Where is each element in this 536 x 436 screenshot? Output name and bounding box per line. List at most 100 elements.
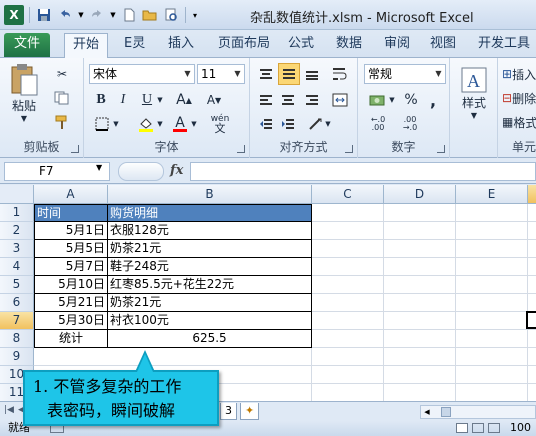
cell-b8[interactable]: 625.5 (108, 330, 312, 348)
shrink-font-icon[interactable]: A ▼ (204, 90, 224, 110)
align-right-icon[interactable] (302, 90, 322, 110)
align-middle-icon[interactable] (278, 63, 300, 85)
cell-a4[interactable]: 5月7日 (34, 258, 108, 276)
new-document-icon[interactable] (120, 6, 138, 24)
first-sheet-icon[interactable]: |◀ (4, 405, 14, 415)
tab-file[interactable]: 文件 (4, 33, 51, 57)
column-header-d[interactable]: D (384, 185, 456, 204)
cell-b3[interactable]: 奶茶21元 (108, 240, 312, 258)
insert-function-icon[interactable]: fx (170, 163, 183, 178)
tab-data[interactable]: 数据 (328, 33, 370, 57)
italic-button[interactable]: I (114, 90, 132, 110)
format-painter-icon[interactable] (52, 112, 72, 132)
font-size-combo[interactable]: 11 ▼ (197, 64, 245, 84)
column-header-b[interactable]: B (108, 185, 312, 204)
merge-center-icon[interactable] (330, 90, 350, 110)
row-header-8[interactable]: 8 (0, 330, 34, 348)
formula-input[interactable] (190, 162, 536, 181)
align-top-icon[interactable] (256, 64, 276, 84)
undo-dropdown-icon[interactable]: ▼ (77, 6, 85, 24)
decrease-indent-icon[interactable] (256, 114, 276, 134)
cell-a3[interactable]: 5月5日 (34, 240, 108, 258)
decrease-decimal-icon[interactable]: .00 →.0 (398, 114, 422, 134)
increase-decimal-icon[interactable]: ←.0.00 (366, 114, 390, 134)
percent-button[interactable]: % (402, 90, 420, 110)
tab-page-layout[interactable]: 页面布局 (210, 33, 278, 57)
chevron-down-icon[interactable]: ▼ (156, 116, 164, 132)
column-header-c[interactable]: C (312, 185, 384, 204)
select-all-button[interactable] (0, 185, 34, 204)
normal-view-icon[interactable] (456, 423, 468, 433)
cell-b7[interactable]: 衬衣100元 (108, 312, 312, 330)
cell-a8[interactable]: 统计 (34, 330, 108, 348)
dialog-launcher-icon[interactable] (71, 145, 79, 153)
format-cells-button[interactable]: ▦ 格式 (502, 112, 536, 132)
sheet-tab[interactable]: 3 (220, 403, 237, 420)
orientation-icon[interactable] (306, 114, 326, 134)
row-header-6[interactable]: 6 (0, 294, 34, 312)
chevron-down-icon[interactable]: ▼ (190, 116, 198, 132)
grow-font-icon[interactable]: A ▲ (174, 90, 194, 110)
styles-button[interactable]: A 样式 ▼ (454, 62, 494, 124)
wrap-text-icon[interactable] (330, 64, 350, 84)
row-header-5[interactable]: 5 (0, 276, 34, 294)
chevron-down-icon[interactable]: ▼ (432, 65, 445, 83)
excel-logo-icon[interactable]: X (4, 5, 24, 25)
column-header-f[interactable] (528, 185, 536, 204)
row-header-9[interactable]: 9 (0, 348, 34, 366)
undo-icon[interactable] (56, 6, 74, 24)
page-break-view-icon[interactable] (488, 423, 500, 433)
dialog-launcher-icon[interactable] (437, 145, 445, 153)
align-left-icon[interactable] (256, 90, 276, 110)
open-folder-icon[interactable] (141, 6, 159, 24)
font-color-button[interactable]: A (170, 114, 190, 134)
cut-icon[interactable]: ✂ (52, 64, 72, 84)
fill-color-icon[interactable] (136, 114, 156, 134)
align-bottom-icon[interactable] (302, 64, 322, 84)
copy-icon[interactable] (52, 88, 72, 108)
align-center-icon[interactable] (278, 90, 298, 110)
chevron-down-icon[interactable]: ▼ (388, 92, 396, 108)
cell-a7[interactable]: 5月30日 (34, 312, 108, 330)
row-header-1[interactable]: 1 (0, 204, 34, 222)
cell-b5[interactable]: 红枣85.5元+花生22元 (108, 276, 312, 294)
chevron-down-icon[interactable]: ▼ (231, 65, 244, 83)
save-icon[interactable] (35, 6, 53, 24)
print-preview-icon[interactable] (162, 6, 180, 24)
worksheet[interactable]: A B C D E 1 2 3 4 5 6 7 8 9 10 11 时间 购货明… (0, 185, 536, 401)
redo-icon[interactable] (88, 6, 106, 24)
chevron-down-icon[interactable]: ▼ (156, 92, 164, 108)
dialog-launcher-icon[interactable] (345, 145, 353, 153)
name-box[interactable]: F7 (4, 162, 110, 181)
cell-b6[interactable]: 奶茶21元 (108, 294, 312, 312)
comma-button[interactable]: , (424, 90, 442, 110)
cell-b4[interactable]: 鞋子248元 (108, 258, 312, 276)
font-name-combo[interactable]: 宋体 ▼ (89, 64, 195, 84)
redo-dropdown-icon[interactable]: ▼ (109, 6, 117, 24)
tab-formulas[interactable]: 公式 (280, 33, 322, 57)
cell-a2[interactable]: 5月1日 (34, 222, 108, 240)
customize-qat-icon[interactable]: ▾ (191, 6, 199, 24)
row-header-7[interactable]: 7 (0, 312, 34, 330)
chevron-down-icon[interactable]: ▼ (324, 116, 332, 132)
scroll-thumb[interactable] (441, 407, 451, 417)
tab-view[interactable]: 视图 (422, 33, 464, 57)
underline-button[interactable]: U (138, 90, 156, 110)
insert-cells-button[interactable]: ⊞ 插入 (502, 64, 536, 84)
insert-sheet-icon[interactable]: ✦ (240, 403, 260, 420)
phonetic-guide-button[interactable]: wén 文 (206, 114, 234, 134)
borders-icon[interactable] (92, 114, 112, 134)
increase-indent-icon[interactable] (278, 114, 298, 134)
horizontal-scrollbar[interactable]: ◀ (420, 405, 536, 419)
cell-b2[interactable]: 衣服128元 (108, 222, 312, 240)
row-header-3[interactable]: 3 (0, 240, 34, 258)
tab-review[interactable]: 审阅 (376, 33, 418, 57)
paste-button[interactable]: 粘贴 ▼ (6, 62, 42, 124)
tab-home[interactable]: 开始 (64, 33, 109, 58)
cell-a6[interactable]: 5月21日 (34, 294, 108, 312)
column-header-a[interactable]: A (34, 185, 108, 204)
chevron-down-icon[interactable]: ▼ (112, 116, 120, 132)
bold-button[interactable]: B (92, 90, 110, 110)
dialog-launcher-icon[interactable] (237, 145, 245, 153)
delete-cells-button[interactable]: ⊟ 删除 (502, 88, 536, 108)
